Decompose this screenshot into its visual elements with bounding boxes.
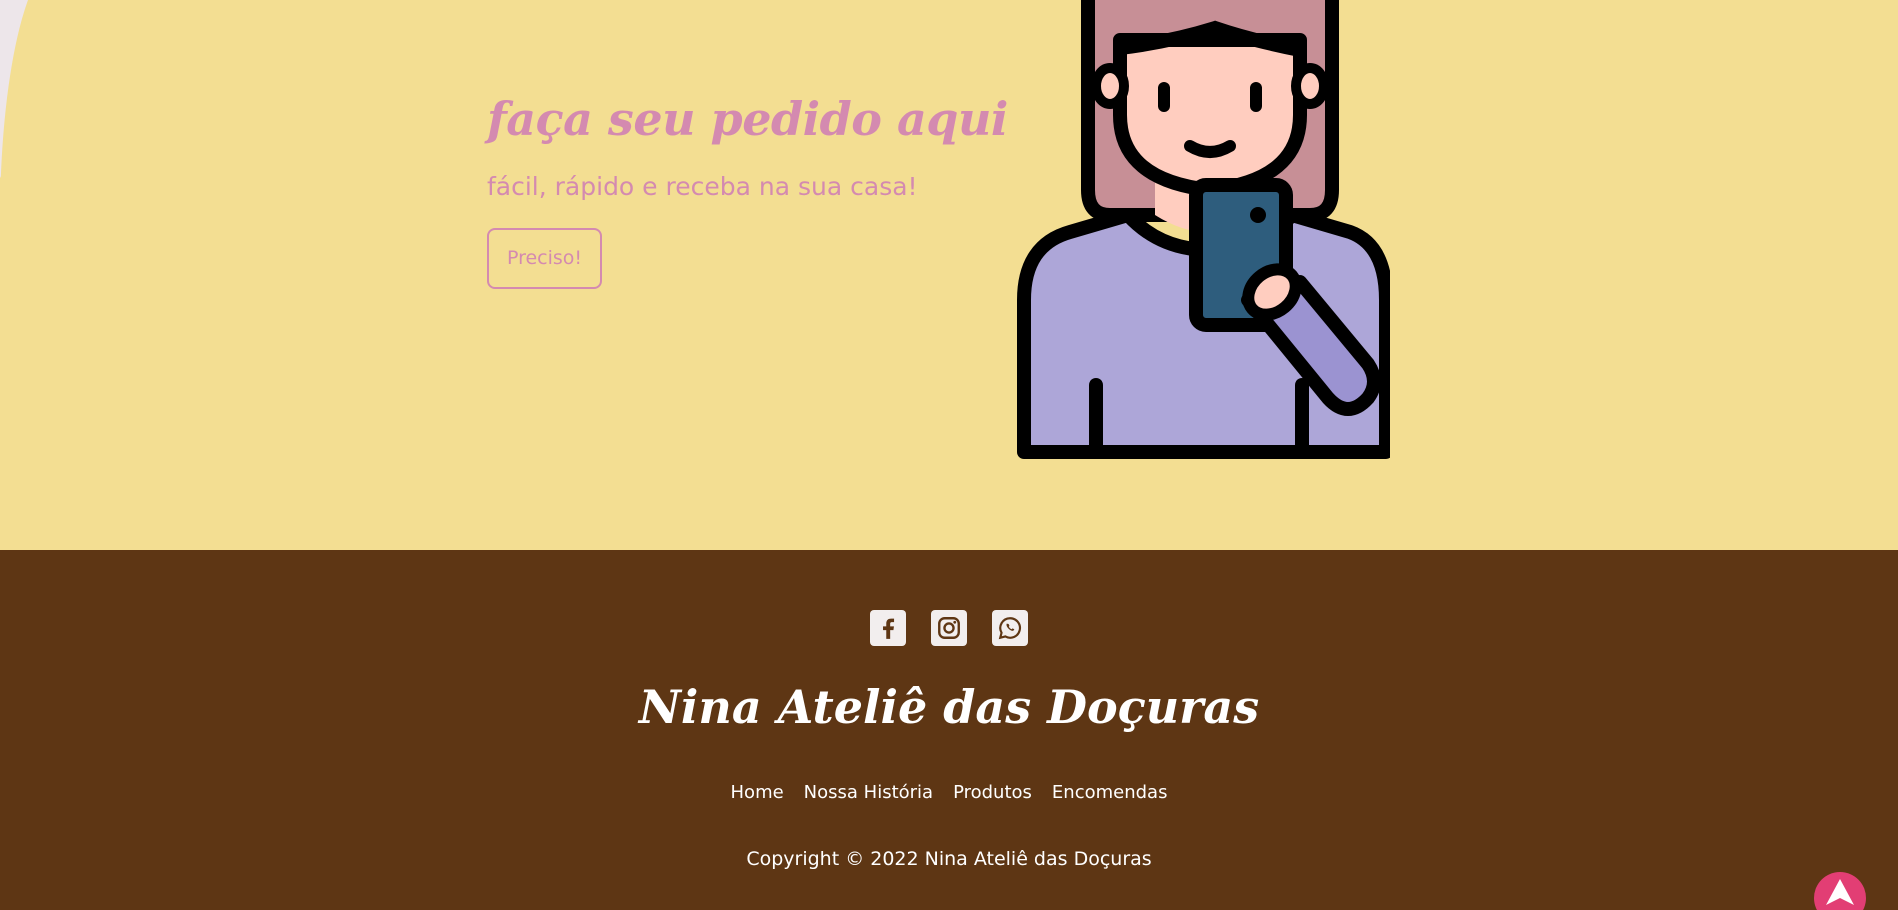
hero-title: faça seu pedido aqui xyxy=(487,92,1008,146)
footer-nav: Home Nossa História Produtos Encomendas xyxy=(0,782,1898,803)
hero-text: faça seu pedido aqui fácil, rápido e rec… xyxy=(487,92,1008,289)
footer-nav-nossa-historia[interactable]: Nossa História xyxy=(804,782,933,803)
order-button[interactable]: Preciso! xyxy=(487,228,602,289)
hero-subtitle: fácil, rápido e receba na sua casa! xyxy=(487,172,918,201)
footer-nav-produtos[interactable]: Produtos xyxy=(953,782,1032,803)
whatsapp-icon[interactable] xyxy=(992,610,1028,646)
arrow-up-icon xyxy=(1826,879,1854,905)
footer-nav-home[interactable]: Home xyxy=(731,782,784,803)
woman-with-phone-icon xyxy=(1017,0,1390,459)
hero-section: faça seu pedido aqui fácil, rápido e rec… xyxy=(0,0,1898,550)
site-footer: Nina Ateliê das Doçuras Home Nossa Histó… xyxy=(0,550,1898,910)
facebook-icon[interactable] xyxy=(870,610,906,646)
social-links xyxy=(0,610,1898,646)
decorative-curve xyxy=(0,0,60,220)
instagram-icon[interactable] xyxy=(931,610,967,646)
copyright-text: Copyright © 2022 Nina Ateliê das Doçuras xyxy=(746,848,1152,870)
brand-name: Nina Ateliê das Doçuras xyxy=(638,680,1260,734)
footer-nav-encomendas[interactable]: Encomendas xyxy=(1052,782,1168,803)
